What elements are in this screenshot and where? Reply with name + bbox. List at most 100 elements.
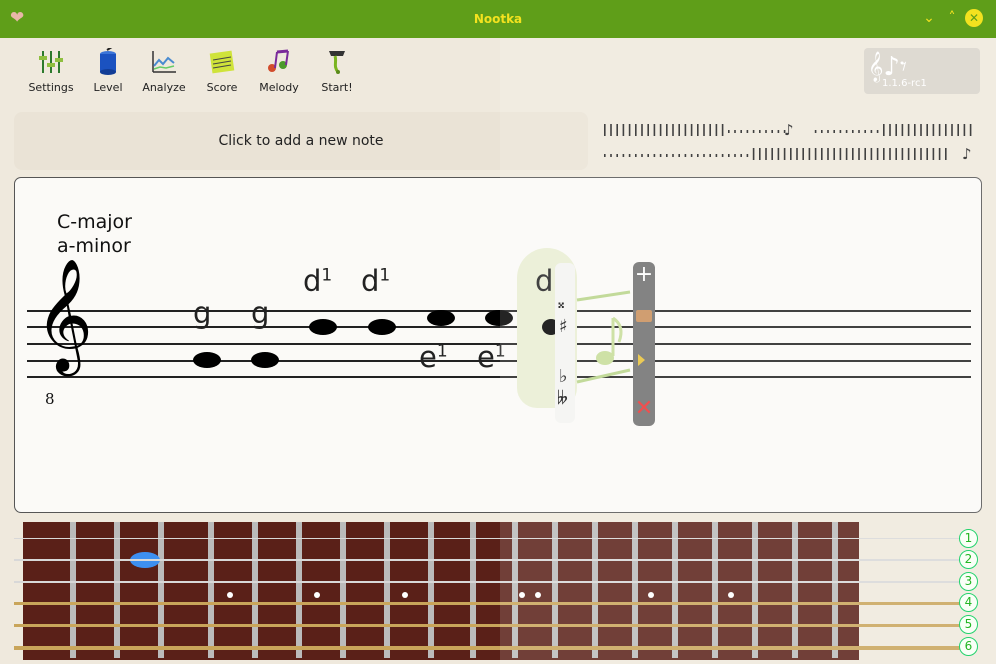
minimize-button[interactable]: ⌄ (920, 9, 938, 27)
key-signature[interactable]: C-major a-minor (57, 210, 132, 258)
note-head[interactable] (309, 319, 337, 335)
note-octave: 1 (379, 265, 391, 286)
fret-wire (340, 522, 346, 658)
guitar-string[interactable] (14, 646, 960, 650)
melody-label: Melody (259, 81, 299, 94)
note-head[interactable] (368, 319, 396, 335)
note-name: g (193, 296, 211, 330)
note-head[interactable] (427, 310, 455, 326)
fret-wire (672, 522, 678, 658)
double-sharp-button[interactable]: 𝄪 (558, 296, 564, 312)
note-name-letter: g (193, 296, 212, 330)
fret-wire (552, 522, 558, 658)
guitar-fretboard[interactable] (23, 522, 859, 660)
double-flat-button[interactable]: 𝄫 (557, 388, 568, 409)
fret-inlay-dot (648, 592, 654, 598)
fret-wire (470, 522, 476, 658)
key-minor: a-minor (57, 235, 131, 257)
note-tool-icon[interactable] (636, 310, 652, 322)
fret-wire (70, 522, 76, 658)
remove-note-button[interactable]: ✕ (633, 396, 655, 421)
score-label: Score (206, 81, 238, 94)
note-name-letter: e (419, 340, 437, 374)
string-number: 1 (959, 529, 978, 548)
volume-meter[interactable]: ♪ (604, 121, 976, 140)
melody-button[interactable]: Melody (254, 44, 304, 100)
pitch-meter[interactable]: ♪ (604, 145, 976, 164)
fret-wire (712, 522, 718, 658)
string-number: 3 (959, 572, 978, 591)
note-head[interactable] (193, 352, 221, 368)
fret-inlay-dot (402, 592, 408, 598)
nootka-logo[interactable]: 𝄞♪𝄾 1.1.6-rc1 (864, 48, 980, 94)
pitch-note-icon: ♪ (962, 145, 972, 163)
start-label: Start! (321, 81, 353, 94)
guitar-string[interactable] (14, 538, 960, 539)
settings-button[interactable]: Settings (24, 44, 78, 100)
settings-icon (39, 51, 63, 73)
analyze-icon (152, 51, 176, 73)
fret-wire (252, 522, 258, 658)
fret-wire (384, 522, 390, 658)
fret-wire (428, 522, 434, 658)
fret-wire (296, 522, 302, 658)
note-name-letter: d (303, 264, 322, 298)
note-tools-panel[interactable]: + ✕ (633, 262, 655, 426)
pointer-icon[interactable] (638, 354, 645, 366)
fret-wire (512, 522, 518, 658)
pitch-meter-bars (604, 148, 947, 160)
melody-icon (268, 49, 289, 72)
sharp-button[interactable]: ♯ (559, 316, 568, 337)
settings-label: Settings (28, 81, 74, 94)
note-name-letter: d (361, 264, 380, 298)
fret-wire (158, 522, 164, 658)
start-icon (329, 51, 345, 74)
level-icon (100, 48, 116, 75)
flat-button[interactable]: ♭ (559, 366, 568, 387)
note-head[interactable] (485, 310, 513, 326)
volume-note-icon: ♪ (784, 121, 794, 139)
note-name: g (251, 296, 269, 330)
string-number: 5 (959, 615, 978, 634)
fret-inlay-dot (519, 592, 525, 598)
fret-inlay-dot (227, 592, 233, 598)
fret-inlay-dot (728, 592, 734, 598)
window-title: Nootka (473, 12, 523, 26)
note-name: d1 (361, 264, 390, 298)
start-button[interactable]: Start! (316, 44, 358, 100)
note-head[interactable] (251, 352, 279, 368)
staff-line (27, 326, 971, 328)
guitar-string[interactable] (14, 624, 960, 627)
fret-inlay-dot (535, 592, 541, 598)
string-number: 4 (959, 593, 978, 612)
level-label: Level (93, 81, 123, 94)
analyze-label: Analyze (142, 81, 186, 94)
status-hint: Click to add a new note (14, 112, 588, 170)
score-button[interactable]: Score (202, 44, 242, 100)
add-note-button[interactable]: + (633, 262, 655, 288)
analyze-button[interactable]: Analyze (140, 44, 188, 100)
note-name-letter: g (251, 296, 270, 330)
version-label: 1.1.6-rc1 (882, 78, 927, 89)
close-button[interactable]: ✕ (965, 9, 983, 27)
maximize-button[interactable]: ˄ (943, 9, 961, 27)
guitar-string[interactable] (14, 602, 960, 605)
note-name: e1 (477, 340, 506, 374)
treble-clef-icon: 𝄞 (35, 258, 93, 372)
score-icon (209, 50, 235, 74)
guitar-string[interactable] (14, 581, 960, 583)
note-octave: 1 (494, 341, 506, 362)
fret-wire (832, 522, 838, 658)
note-name: d1 (303, 264, 332, 298)
guitar-string[interactable] (14, 559, 960, 561)
fret-wire (752, 522, 758, 658)
score-panel[interactable]: C-major a-minor 𝄞 8 g g d1 d1 e1 e1 d1 𝄪… (14, 177, 982, 513)
level-button[interactable]: Level (88, 44, 128, 100)
fret-wire (592, 522, 598, 658)
fret-wire (114, 522, 120, 658)
note-name-letter: e (477, 340, 495, 374)
main-toolbar: Settings Level Analyze Score Melody Star… (0, 38, 996, 104)
note-name-letter: d (535, 264, 554, 298)
string-number: 6 (959, 637, 978, 656)
clef-octave: 8 (45, 390, 55, 408)
